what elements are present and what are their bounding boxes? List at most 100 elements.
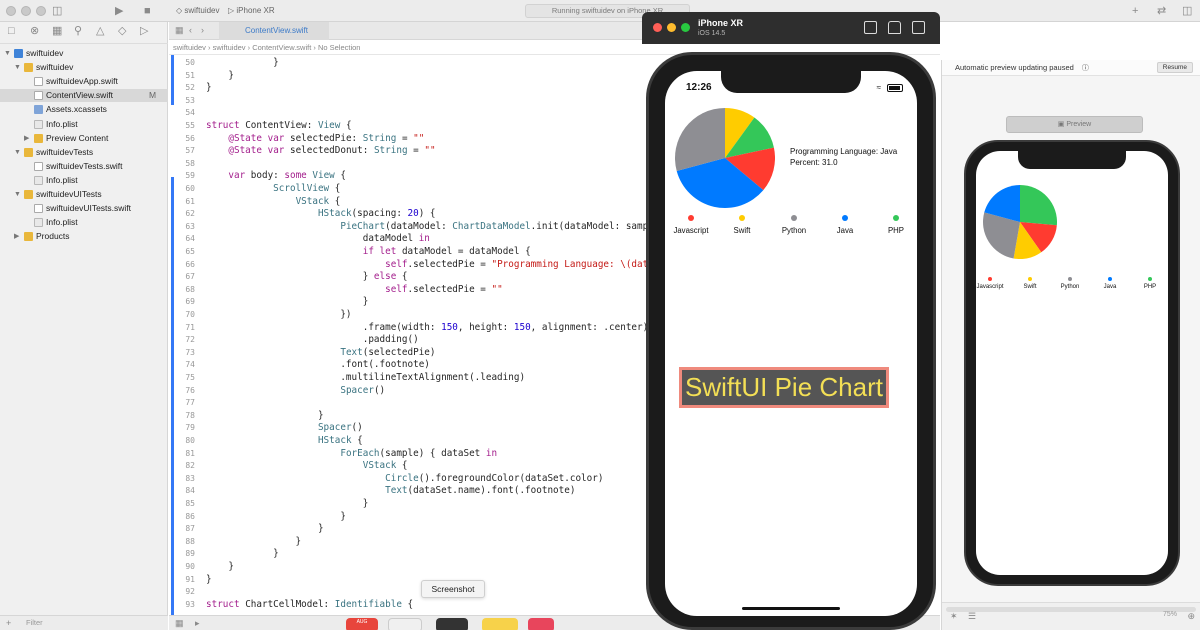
- code-line[interactable]: } else {: [206, 271, 408, 284]
- home-icon[interactable]: [888, 21, 901, 34]
- jump-bar-folder[interactable]: swiftuidev: [213, 43, 246, 52]
- add-icon[interactable]: +: [1132, 0, 1138, 22]
- preview-button[interactable]: ▣ Preview: [1006, 116, 1143, 133]
- related-items-icon[interactable]: ▦: [175, 19, 184, 41]
- zoom-level[interactable]: 75%: [1163, 611, 1177, 618]
- jump-bar-project[interactable]: swiftuidev: [173, 43, 206, 52]
- code-line[interactable]: HStack(spacing: 20) {: [206, 208, 436, 221]
- code-line[interactable]: VStack {: [206, 460, 408, 473]
- add-file-icon[interactable]: +: [6, 612, 11, 630]
- navigator-item[interactable]: swiftuidevUITests.swift: [0, 202, 168, 215]
- simulator-close-button[interactable]: [653, 23, 662, 32]
- filter-input[interactable]: Filter: [26, 618, 43, 627]
- navigator-item[interactable]: Assets.xcassets: [0, 103, 168, 116]
- code-line[interactable]: .multilineTextAlignment(.leading): [206, 372, 525, 385]
- debug-area-icon[interactable]: ▦: [175, 612, 184, 630]
- code-line[interactable]: @State var selectedPie: String = "": [206, 133, 424, 146]
- code-review-icon[interactable]: ⇄: [1157, 0, 1166, 22]
- navigator-item[interactable]: ▼ swiftuidevUITests: [0, 188, 168, 201]
- navigator-item[interactable]: swiftuidevTests.swift: [0, 160, 168, 173]
- code-line[interactable]: if let dataModel = dataModel {: [206, 246, 531, 259]
- code-line[interactable]: }: [206, 57, 279, 70]
- code-line[interactable]: .frame(width: 150, height: 150, alignmen…: [206, 322, 649, 335]
- code-line[interactable]: PieChart(dataModel: ChartDataModel.init(…: [206, 221, 721, 234]
- find-icon[interactable]: ⚲: [74, 20, 82, 42]
- code-line[interactable]: }: [206, 498, 369, 511]
- navigator-item[interactable]: ▼ swiftuidev: [0, 47, 168, 60]
- scheme-selector[interactable]: ◇ swiftuidev: [176, 4, 220, 18]
- back-icon[interactable]: ‹: [189, 19, 192, 41]
- pie-chart[interactable]: [675, 108, 775, 208]
- navigator-item[interactable]: ContentView.swift M: [0, 89, 168, 103]
- code-line[interactable]: self.selectedPie = "": [206, 284, 503, 297]
- navigator-item[interactable]: Info.plist: [0, 216, 168, 229]
- pin-icon[interactable]: ✶: [950, 609, 958, 623]
- code-line[interactable]: Spacer(): [206, 422, 363, 435]
- code-line[interactable]: }: [206, 561, 234, 574]
- resume-button[interactable]: Resume: [1156, 62, 1193, 73]
- calendar-app-icon[interactable]: AUG: [346, 618, 378, 630]
- code-line[interactable]: Spacer(): [206, 385, 385, 398]
- code-line[interactable]: var body: some View {: [206, 170, 346, 183]
- disclosure-open-icon[interactable]: ▼: [14, 146, 21, 159]
- device-selector[interactable]: ▷ iPhone XR: [228, 4, 275, 18]
- breakpoints-icon[interactable]: ▸: [195, 612, 200, 630]
- info-icon[interactable]: ⓘ: [1082, 65, 1089, 72]
- code-line[interactable]: }: [206, 574, 212, 587]
- reminders-app-icon[interactable]: [388, 618, 422, 630]
- navigator-item[interactable]: ▶ Preview Content: [0, 132, 168, 145]
- notes-app-icon[interactable]: [482, 618, 518, 630]
- source-control-icon[interactable]: ⊗: [30, 20, 39, 42]
- simulator-minimize-button[interactable]: [667, 23, 676, 32]
- close-window-button[interactable]: [6, 6, 16, 16]
- code-line[interactable]: struct ChartCellModel: Identifiable {: [206, 599, 413, 612]
- code-line[interactable]: }: [206, 410, 324, 423]
- code-line[interactable]: }): [206, 309, 351, 322]
- issue-icon[interactable]: △: [96, 20, 104, 42]
- screenshot-icon[interactable]: [864, 21, 877, 34]
- home-indicator[interactable]: [742, 607, 840, 610]
- code-line[interactable]: Text(selectedPie): [206, 347, 435, 360]
- pie-slice-php[interactable]: [1020, 185, 1057, 226]
- test-icon[interactable]: ◇: [118, 20, 126, 42]
- code-line[interactable]: }: [206, 296, 369, 309]
- code-line[interactable]: }: [206, 70, 234, 83]
- zoom-in-icon[interactable]: ⊕: [1187, 609, 1195, 623]
- code-line[interactable]: .font(.footnote): [206, 359, 430, 372]
- disclosure-open-icon[interactable]: ▼: [14, 188, 21, 201]
- minimize-window-button[interactable]: [21, 6, 31, 16]
- forward-icon[interactable]: ›: [201, 19, 204, 41]
- music-app-icon[interactable]: [528, 618, 554, 630]
- disclosure-open-icon[interactable]: ▼: [14, 61, 21, 74]
- disclosure-open-icon[interactable]: ▼: [4, 47, 11, 60]
- navigator-item[interactable]: ▶ Products: [0, 230, 168, 243]
- code-line[interactable]: ScrollView {: [206, 183, 340, 196]
- code-line[interactable]: @State var selectedDonut: String = "": [206, 145, 435, 158]
- code-line[interactable]: }: [206, 523, 324, 536]
- horizontal-scrollbar[interactable]: [946, 607, 1196, 612]
- list-icon[interactable]: ☰: [968, 609, 976, 623]
- code-line[interactable]: VStack {: [206, 196, 341, 209]
- navigator-item[interactable]: Info.plist: [0, 118, 168, 131]
- code-line[interactable]: .padding(): [206, 334, 419, 347]
- code-line[interactable]: HStack {: [206, 435, 363, 448]
- run-icon[interactable]: ▶: [115, 0, 123, 22]
- simulator-zoom-button[interactable]: [681, 23, 690, 32]
- simulator-screen[interactable]: 12:26 ≈ Programming Language: Java Perce…: [665, 71, 917, 616]
- rotate-icon[interactable]: [912, 21, 925, 34]
- tab-contentview-swift[interactable]: ContentView.swift: [219, 22, 329, 40]
- code-line[interactable]: Circle().foregroundColor(dataSet.color): [206, 473, 603, 486]
- navigator-item[interactable]: ▼ swiftuidevTests: [0, 146, 168, 159]
- disclosure-closed-icon[interactable]: ▶: [14, 230, 19, 243]
- code-line[interactable]: }: [206, 536, 302, 549]
- navigator-item[interactable]: Info.plist: [0, 174, 168, 187]
- breakpoint-icon[interactable]: ▷: [140, 20, 148, 42]
- sidebar-toggle-icon[interactable]: ◫: [52, 0, 62, 22]
- jump-bar-file[interactable]: ContentView.swift: [252, 43, 311, 52]
- inspector-toggle-icon[interactable]: ◫: [1182, 0, 1192, 22]
- zoom-window-button[interactable]: [36, 6, 46, 16]
- code-line[interactable]: ForEach(sample) { dataSet in: [206, 448, 497, 461]
- symbol-icon[interactable]: ▦: [52, 20, 62, 42]
- jump-bar-selection[interactable]: No Selection: [318, 43, 361, 52]
- preview-screen[interactable]: Javascript Swift Python Java PHP: [976, 151, 1168, 575]
